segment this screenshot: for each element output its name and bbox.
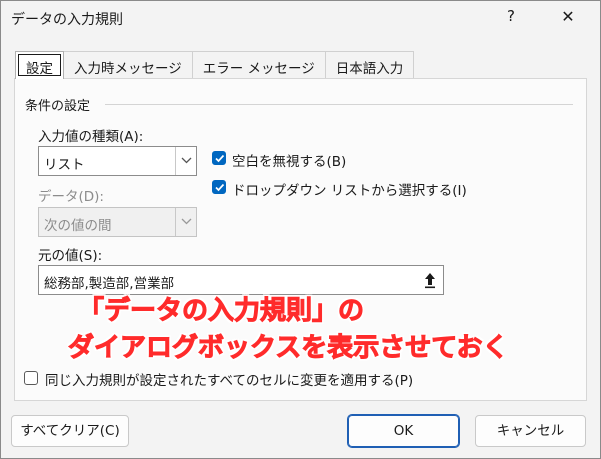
annotation-line-1: 「データの入力規則」の: [77, 296, 365, 327]
criteria-group-label: 条件の設定: [25, 99, 91, 114]
data-label: データ(D):: [38, 189, 104, 205]
ignore-blank-checkbox[interactable]: [212, 151, 226, 165]
allow-label: 入力値の種類(A):: [38, 129, 144, 145]
ignore-blank-label[interactable]: 空白を無視する(B): [232, 150, 346, 170]
tab-settings[interactable]: 設定: [15, 51, 64, 79]
source-label: 元の値(S):: [38, 248, 103, 264]
tab-input-message[interactable]: 入力時メッセージ: [63, 51, 193, 79]
cancel-button[interactable]: キャンセル: [475, 415, 586, 447]
group-divider: [105, 104, 573, 105]
ok-button[interactable]: OK: [347, 414, 460, 448]
allow-dropdown-arrow[interactable]: [175, 147, 196, 175]
checkmark-icon: [215, 183, 225, 192]
in-cell-dropdown-label[interactable]: ドロップダウン リストから選択する(I): [232, 179, 467, 199]
title-bar: データの入力規則 ? ✕: [1, 1, 600, 39]
upload-arrow-icon: [425, 273, 435, 289]
dialog-title: データの入力規則: [11, 12, 123, 28]
data-select-value: 次の値の間: [44, 218, 112, 234]
data-select: 次の値の間: [38, 207, 197, 237]
clear-all-button[interactable]: すべてクリア(C): [11, 415, 129, 447]
chevron-down-icon: [181, 157, 192, 164]
tab-error-alert[interactable]: エラー メッセージ: [191, 51, 326, 79]
close-button[interactable]: ✕: [556, 7, 580, 26]
apply-all-label[interactable]: 同じ入力規則が設定されたすべてのセルに変更を適用する(P): [45, 369, 413, 389]
apply-all-checkbox[interactable]: [24, 371, 38, 385]
tab-ime-mode[interactable]: 日本語入力: [324, 51, 415, 79]
annotation-line-2: ダイアログボックスを表示させておく: [67, 333, 509, 364]
tab-strip: 設定 入力時メッセージ エラー メッセージ 日本語入力: [15, 51, 415, 79]
in-cell-dropdown-checkbox[interactable]: [212, 180, 226, 194]
checkmark-icon: [215, 154, 225, 163]
collapse-dialog-button[interactable]: [419, 268, 441, 292]
data-validation-dialog: データの入力規則 ? ✕ 設定 入力時メッセージ エラー メッセージ 日本語入力…: [0, 0, 601, 459]
source-value: 総務部,製造部,営業部: [44, 276, 175, 292]
allow-select[interactable]: リスト: [38, 146, 197, 176]
help-button[interactable]: ?: [499, 7, 523, 25]
allow-select-value: リスト: [44, 157, 85, 173]
chevron-down-icon: [181, 218, 192, 225]
data-dropdown-arrow: [175, 208, 196, 236]
